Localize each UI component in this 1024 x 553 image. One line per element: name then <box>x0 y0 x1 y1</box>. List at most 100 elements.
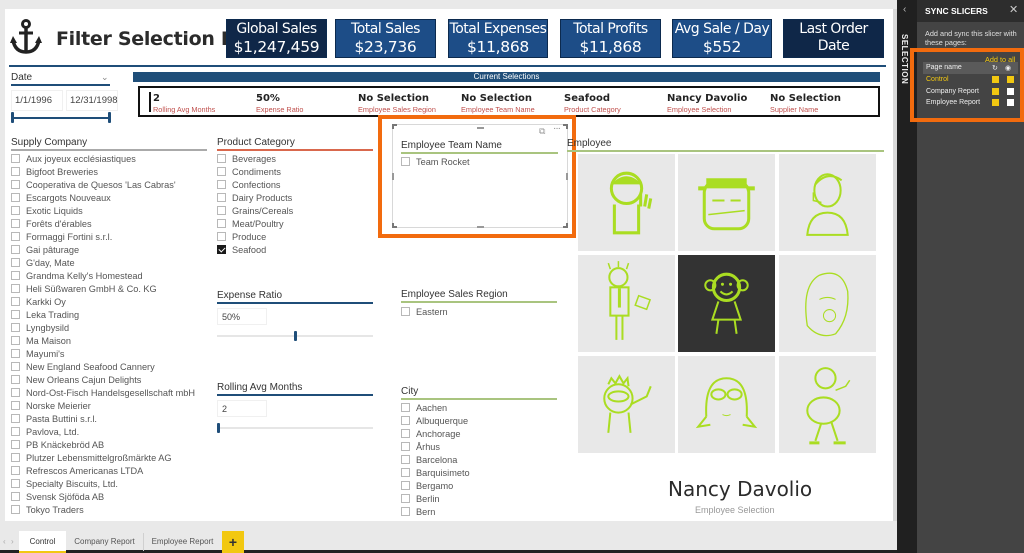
list-item[interactable]: Eastern <box>401 305 448 318</box>
resize-corner[interactable] <box>563 124 568 129</box>
resize-handle[interactable] <box>477 226 484 228</box>
list-item[interactable]: Leka Trading <box>11 308 195 321</box>
checkbox[interactable] <box>11 375 20 384</box>
employee-tile[interactable] <box>678 154 775 251</box>
list-item[interactable]: Beverages <box>217 152 293 165</box>
checkbox[interactable] <box>11 271 20 280</box>
close-icon[interactable]: ✕ <box>1009 3 1018 16</box>
rolling-avg-slider-track[interactable] <box>217 427 373 429</box>
list-item[interactable]: PB Knäckebröd AB <box>11 438 195 451</box>
checkbox[interactable] <box>11 505 20 514</box>
list-item[interactable]: Tokyo Traders <box>11 503 195 516</box>
checkbox[interactable] <box>11 453 20 462</box>
checkbox[interactable] <box>11 167 20 176</box>
collapse-pane-icon[interactable]: ‹ <box>903 4 906 15</box>
checkbox[interactable] <box>11 414 20 423</box>
sync-checkbox[interactable] <box>992 99 999 106</box>
date-range-track[interactable] <box>12 117 110 119</box>
tab-control[interactable]: Control <box>19 531 66 553</box>
checkbox[interactable] <box>401 468 410 477</box>
list-item[interactable]: Aachen <box>401 401 470 414</box>
checkbox[interactable] <box>217 219 226 228</box>
list-item[interactable]: Nord-Ost-Fisch Handelsgesellschaft mbH <box>11 386 195 399</box>
checkbox[interactable] <box>11 479 20 488</box>
list-item[interactable]: Norske Meierier <box>11 399 195 412</box>
list-item[interactable]: Berlin <box>401 492 470 505</box>
add-page-button[interactable]: + <box>222 531 244 553</box>
checkbox[interactable] <box>11 180 20 189</box>
visible-checkbox[interactable] <box>1007 87 1014 95</box>
employee-team-slicer[interactable]: ⧉ ··· Employee Team Name Team Rocket <box>392 123 568 228</box>
resize-corner[interactable] <box>392 223 397 228</box>
list-item[interactable]: Ma Maison <box>11 334 195 347</box>
list-item[interactable]: New England Seafood Cannery <box>11 360 195 373</box>
resize-handle[interactable] <box>392 173 394 180</box>
checkbox[interactable] <box>401 494 410 503</box>
visible-checkbox[interactable] <box>1007 76 1014 83</box>
focus-mode-icon[interactable]: ⧉ <box>539 126 545 137</box>
checkbox[interactable] <box>217 245 226 254</box>
chevron-down-icon[interactable]: ⌄ <box>101 72 109 83</box>
rolling-avg-slider-handle[interactable] <box>217 423 220 433</box>
checkbox[interactable] <box>11 362 20 371</box>
list-item[interactable]: Barquisimeto <box>401 466 470 479</box>
list-item[interactable]: Bern <box>401 505 470 518</box>
list-item[interactable]: Lyngbysild <box>11 321 195 334</box>
checkbox[interactable] <box>11 284 20 293</box>
list-item[interactable]: Bigfoot Breweries <box>11 165 195 178</box>
checkbox[interactable] <box>217 167 226 176</box>
list-item[interactable]: Dairy Products <box>217 191 293 204</box>
list-item[interactable]: Pavlova, Ltd. <box>11 425 195 438</box>
checkbox[interactable] <box>401 307 410 316</box>
list-item[interactable]: G'day, Mate <box>11 256 195 269</box>
checkbox[interactable] <box>11 206 20 215</box>
checkbox[interactable] <box>11 310 20 319</box>
list-item[interactable]: Grains/Cereals <box>217 204 293 217</box>
checkbox[interactable] <box>11 388 20 397</box>
list-item[interactable]: Produce <box>217 230 293 243</box>
list-item[interactable]: Exotic Liquids <box>11 204 195 217</box>
list-item[interactable]: Århus <box>401 440 470 453</box>
checkbox[interactable] <box>11 219 20 228</box>
tab-company-report[interactable]: Company Report <box>66 531 143 553</box>
checkbox[interactable] <box>401 481 410 490</box>
list-item[interactable]: Plutzer Lebensmittelgroßmärkte AG <box>11 451 195 464</box>
checkbox[interactable] <box>11 466 20 475</box>
list-item[interactable]: Bergamo <box>401 479 470 492</box>
checkbox[interactable] <box>11 492 20 501</box>
list-item[interactable]: Formaggi Fortini s.r.l. <box>11 230 195 243</box>
date-range-end-handle[interactable] <box>108 112 111 123</box>
list-item[interactable]: Seafood <box>217 243 293 256</box>
selection-pane-label[interactable]: SELECTION <box>900 34 909 84</box>
checkbox[interactable] <box>11 349 20 358</box>
checkbox[interactable] <box>11 440 20 449</box>
list-item[interactable]: Refrescos Americanas LTDA <box>11 464 195 477</box>
list-item[interactable]: Mayumi's <box>11 347 195 360</box>
tab-prev-icon[interactable]: ‹ <box>3 537 6 546</box>
checkbox[interactable] <box>11 427 20 436</box>
checkbox[interactable] <box>11 258 20 267</box>
checkbox[interactable] <box>401 455 410 464</box>
list-item[interactable]: Forêts d'érables <box>11 217 195 230</box>
checkbox[interactable] <box>11 232 20 241</box>
checkbox[interactable] <box>11 323 20 332</box>
more-options-icon[interactable]: ··· <box>553 123 561 134</box>
list-item[interactable]: Albuquerque <box>401 414 470 427</box>
list-item[interactable]: Karkki Oy <box>11 295 195 308</box>
list-item[interactable]: Barcelona <box>401 453 470 466</box>
list-item[interactable]: Gai pâturage <box>11 243 195 256</box>
list-item[interactable]: Heli Süßwaren GmbH & Co. KG <box>11 282 195 295</box>
list-item[interactable]: Aux joyeux ecclésiastiques <box>11 152 195 165</box>
list-item[interactable]: Svensk Sjöföda AB <box>11 490 195 503</box>
resize-corner[interactable] <box>563 223 568 228</box>
checkbox[interactable] <box>11 336 20 345</box>
tab-employee-report[interactable]: Employee Report <box>144 531 221 553</box>
list-item[interactable]: New Orleans Cajun Delights <box>11 373 195 386</box>
employee-tile[interactable] <box>578 154 675 251</box>
list-item[interactable]: Escargots Nouveaux <box>11 191 195 204</box>
resize-handle[interactable] <box>566 173 568 180</box>
checkbox[interactable] <box>401 416 410 425</box>
sync-checkbox[interactable] <box>992 87 999 95</box>
checkbox[interactable] <box>217 180 226 189</box>
employee-tile[interactable] <box>578 356 675 453</box>
